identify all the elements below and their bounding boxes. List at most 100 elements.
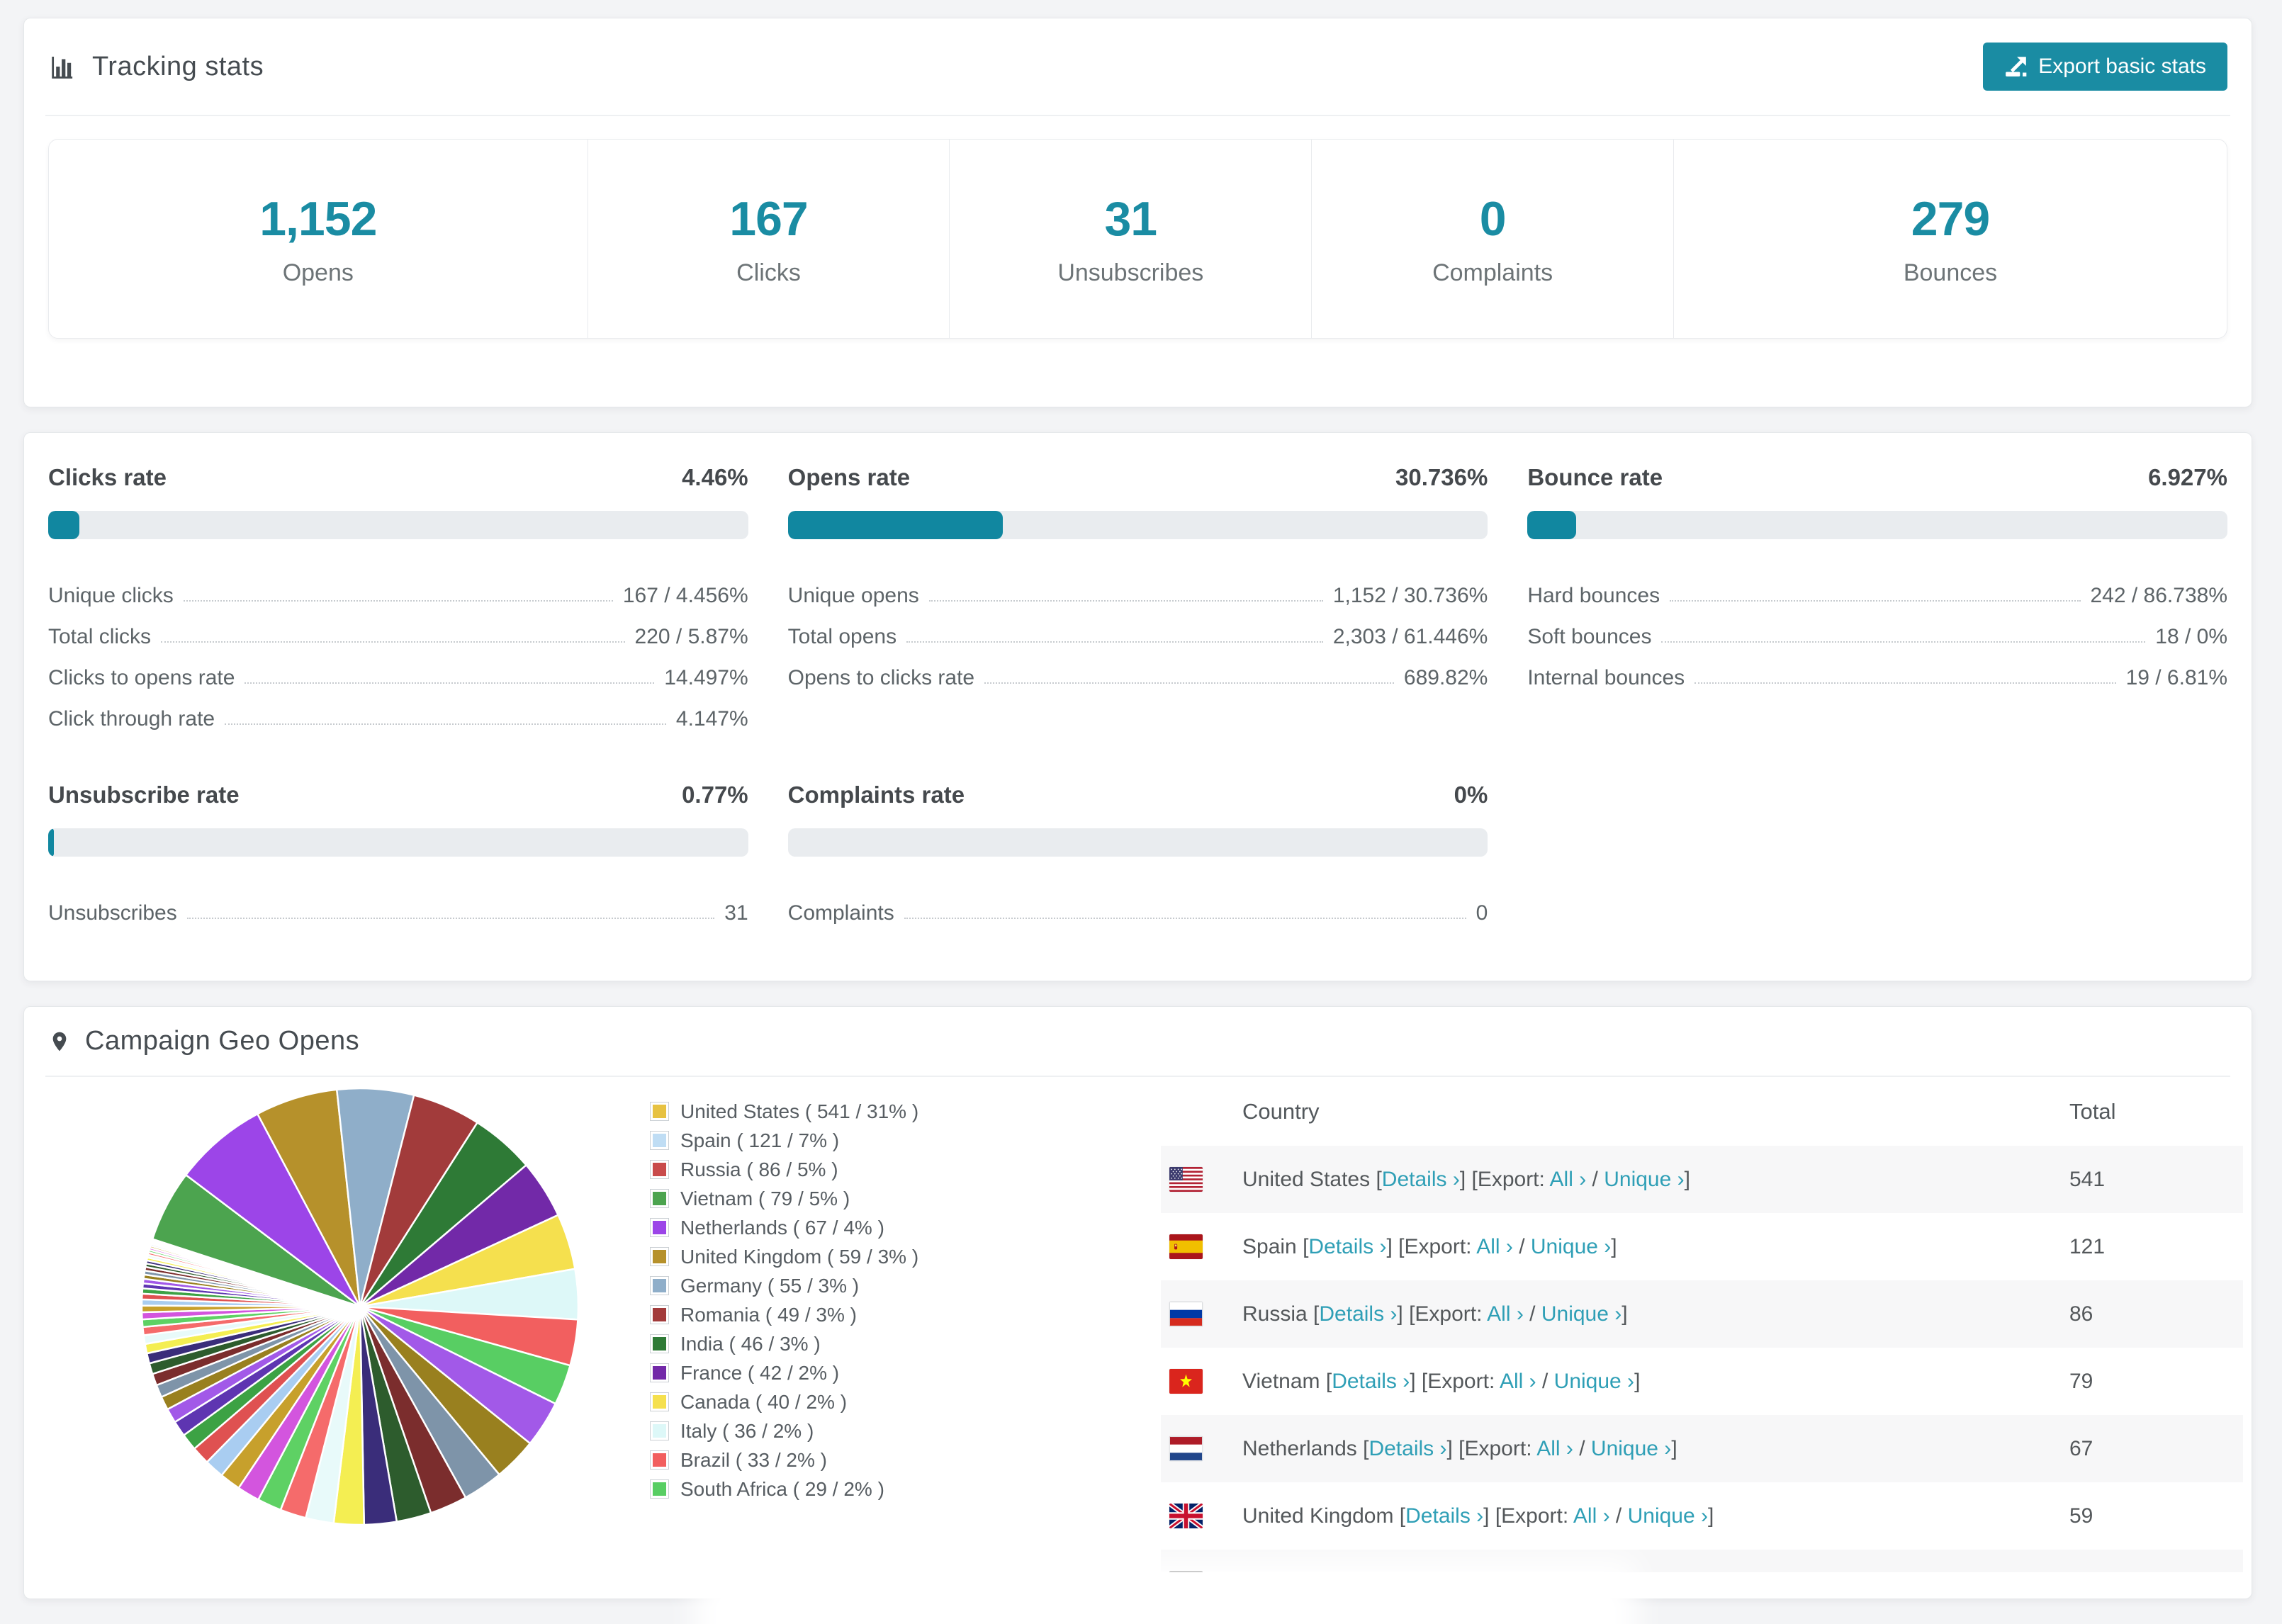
details-link[interactable]: Details › [1332, 1370, 1410, 1393]
rate-row-value: 0 [1476, 901, 1488, 925]
stat-value: 1,152 [259, 191, 377, 246]
details-link[interactable]: Details › [1405, 1504, 1483, 1528]
us-flag-icon [1169, 1167, 1203, 1192]
rate-row-label: Internal bounces [1527, 666, 1685, 689]
stat-label: Clicks [736, 259, 801, 286]
table-body: United States [Details ›] [Export: All ›… [1161, 1146, 2243, 1572]
stat-box-bounces: 279 Bounces [1674, 140, 2227, 338]
campaign-geo-opens-card: Campaign Geo Opens United States ( 541 /… [23, 1006, 2252, 1599]
details-link[interactable]: Details › [1308, 1235, 1386, 1258]
legend-item-india[interactable]: India ( 46 / 3% ) [651, 1329, 1019, 1358]
dotted-leader [186, 918, 715, 919]
legend-item-vietnam[interactable]: Vietnam ( 79 / 5% ) [651, 1184, 1019, 1213]
country-row-russia: Russia [Details ›] [Export: All › / Uniq… [1161, 1280, 2243, 1348]
export-unique-link[interactable]: Unique › [1628, 1504, 1708, 1528]
legend-item-spain[interactable]: Spain ( 121 / 7% ) [651, 1126, 1019, 1155]
export-all-link[interactable]: All › [1487, 1302, 1524, 1326]
legend-item-france[interactable]: France ( 42 / 2% ) [651, 1358, 1019, 1387]
rate-block-clicks-rate: Clicks rate 4.46% Unique clicks 167 / 4.456… [48, 464, 748, 731]
details-link[interactable]: Details › [1319, 1302, 1397, 1326]
geo-country-table: Country Total United States [Details ›] … [1161, 1077, 2243, 1572]
dotted-leader [904, 918, 1466, 919]
table-header-row: Country Total [1161, 1077, 2243, 1146]
rate-row-value: 1,152 / 30.736% [1332, 584, 1488, 607]
dotted-leader [1670, 600, 2081, 602]
legend-item-united-kingdom[interactable]: United Kingdom ( 59 / 3% ) [651, 1242, 1019, 1271]
legend-item-canada[interactable]: Canada ( 40 / 2% ) [651, 1387, 1019, 1416]
country-name: Spain [1242, 1234, 1303, 1258]
geo-title-group: Campaign Geo Opens [48, 1026, 359, 1056]
stat-boxes-row: 1,152 Opens 167 Clicks 31 Unsubscribes 0 Compla… [48, 139, 2227, 339]
legend-item-united-states[interactable]: United States ( 541 / 31% ) [651, 1097, 1019, 1126]
total-cell: 541 [2069, 1167, 2106, 1191]
export-all-link[interactable]: All › [1550, 1168, 1587, 1191]
stat-value: 0 [1479, 191, 1507, 246]
rate-row-hard-bounces: Hard bounces 242 / 86.738% [1527, 566, 2227, 607]
rate-title: Unsubscribe rate [48, 782, 240, 808]
legend-label: Canada ( 40 / 2% ) [680, 1390, 848, 1413]
progress-bar-fill [787, 511, 1004, 539]
stat-value: 31 [1104, 191, 1157, 246]
total-cell: 59 [2069, 1504, 2093, 1528]
rate-value: 30.736% [1395, 464, 1488, 490]
rate-row-label: Unique opens [787, 584, 919, 607]
rate-row-value: 167 / 4.456% [622, 584, 748, 607]
progress-bar [48, 511, 748, 539]
country-cell: Vietnam [Details ›] [Export: All › / Uni… [1242, 1369, 1641, 1393]
country-row-vietnam: Vietnam [Details ›] [Export: All › / Uni… [1161, 1348, 2243, 1415]
stat-box-unsubscribes: 31 Unsubscribes [950, 140, 1313, 338]
legend-item-russia[interactable]: Russia ( 86 / 5% ) [651, 1155, 1019, 1184]
export-unique-link[interactable]: Unique › [1604, 1168, 1684, 1191]
export-all-link[interactable]: All › [1476, 1235, 1513, 1258]
column-header-total: Total [2069, 1098, 2116, 1124]
ru-flag-icon [1169, 1302, 1203, 1326]
rate-row-label: Hard bounces [1527, 584, 1660, 607]
map-pin-icon [48, 1027, 71, 1056]
legend-label: Italy ( 36 / 2% ) [680, 1419, 814, 1442]
progress-bar [1527, 511, 2227, 539]
legend-item-italy[interactable]: Italy ( 36 / 2% ) [651, 1416, 1019, 1445]
rate-row-unique-clicks: Unique clicks 167 / 4.456% [48, 566, 748, 607]
rate-row-soft-bounces: Soft bounces 18 / 0% [1527, 607, 2227, 648]
legend-swatch [651, 1132, 668, 1149]
column-header-country: Country [1242, 1098, 1320, 1124]
export-unique-link[interactable]: Unique › [1531, 1235, 1611, 1258]
export-icon [2004, 55, 2028, 79]
legend-label: Spain ( 121 / 7% ) [680, 1129, 840, 1151]
rate-row-opens-to-clicks-rate: Opens to clicks rate 689.82% [788, 648, 1488, 689]
rate-block-complaints-rate: Complaints rate 0% Complaints 0 [787, 782, 1488, 925]
export-unique-link[interactable]: Unique › [1554, 1370, 1634, 1393]
rate-row-value: 242 / 86.738% [2090, 584, 2228, 607]
dotted-leader [183, 600, 613, 602]
rate-value: 0% [1454, 782, 1488, 808]
export-all-link[interactable]: All › [1500, 1370, 1536, 1393]
stat-label: Unsubscribes [1057, 259, 1204, 286]
stat-box-clicks: 167 Clicks [588, 140, 950, 338]
progress-bar-fill [48, 511, 80, 539]
details-link[interactable]: Details › [1368, 1437, 1446, 1460]
legend-label: France ( 42 / 2% ) [680, 1361, 840, 1384]
legend-item-germany[interactable]: Germany ( 55 / 3% ) [651, 1271, 1019, 1300]
export-basic-stats-button[interactable]: Export basic stats [1983, 43, 2227, 91]
rate-row-label: Unique clicks [48, 584, 174, 607]
legend-item-brazil[interactable]: Brazil ( 33 / 2% ) [651, 1445, 1019, 1474]
export-unique-link[interactable]: Unique › [1591, 1437, 1671, 1460]
rate-row-label: Unsubscribes [48, 901, 177, 925]
export-unique-link[interactable]: Unique › [1541, 1302, 1621, 1326]
export-button-label: Export basic stats [2038, 55, 2206, 78]
country-name: United States [1242, 1167, 1376, 1191]
details-link[interactable]: Details › [1382, 1168, 1460, 1191]
legend-label: Brazil ( 33 / 2% ) [680, 1448, 827, 1471]
total-cell: 67 [2069, 1436, 2093, 1460]
export-all-link[interactable]: All › [1536, 1437, 1573, 1460]
legend-label: South Africa ( 29 / 2% ) [680, 1477, 884, 1500]
legend-item-netherlands[interactable]: Netherlands ( 67 / 4% ) [651, 1213, 1019, 1242]
export-all-link[interactable]: All › [1573, 1504, 1610, 1528]
legend-item-romania[interactable]: Romania ( 49 / 3% ) [651, 1300, 1019, 1329]
rate-row-value: 220 / 5.87% [634, 625, 748, 648]
country-row-netherlands: Netherlands [Details ›] [Export: All › /… [1161, 1415, 2243, 1482]
rate-row-value: 4.147% [675, 707, 748, 731]
legend-item-south-africa[interactable]: South Africa ( 29 / 2% ) [651, 1474, 1019, 1504]
dotted-leader [225, 723, 666, 725]
rates-grid: Clicks rate 4.46% Unique clicks 167 / 4.456… [24, 433, 2252, 956]
